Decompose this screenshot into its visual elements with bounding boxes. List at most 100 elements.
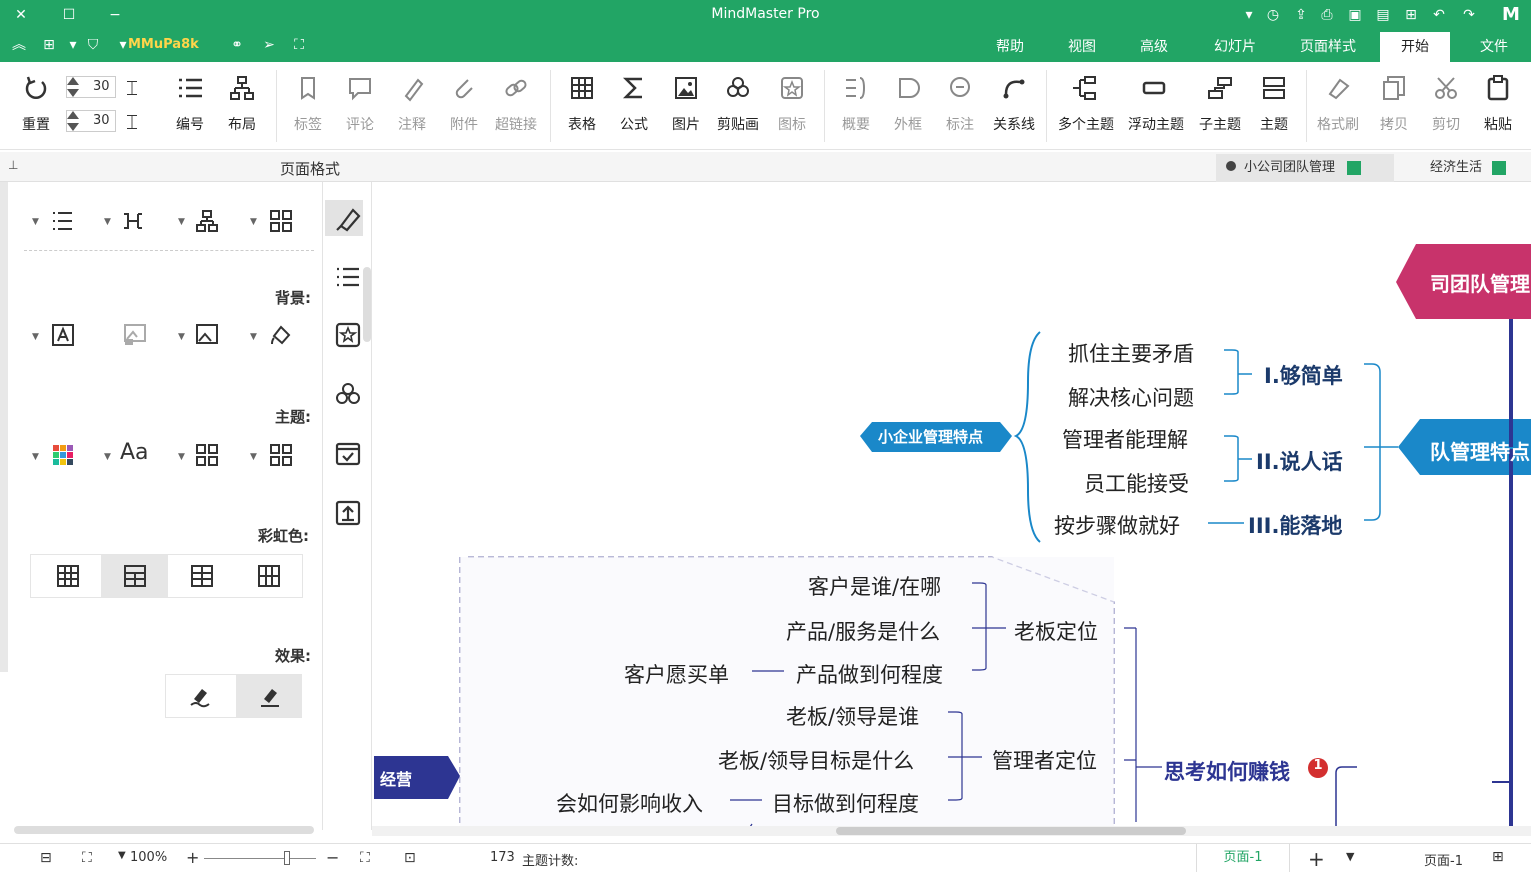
clipart-library-icon[interactable] (333, 380, 363, 410)
new-icon[interactable]: ⊞ (1400, 4, 1422, 26)
chevron-down-icon[interactable]: ▼ (32, 217, 39, 227)
boundary-button[interactable]: 外框 (882, 72, 934, 144)
chevron-down-icon[interactable]: ▼ (178, 217, 185, 227)
paste-button[interactable]: 粘贴 (1472, 72, 1524, 144)
panel-scrollbar[interactable] (0, 182, 8, 672)
save-icon[interactable]: ▣ (1344, 4, 1366, 26)
hand-drawn-icon[interactable] (188, 685, 212, 709)
send-icon[interactable]: ➢ (258, 34, 280, 56)
callout-button[interactable]: 标注 (934, 72, 986, 144)
chevron-down-icon[interactable]: ▼ (32, 332, 39, 342)
subtopic-node-a[interactable]: 老板定位 (1014, 616, 1098, 646)
spacing-input-1[interactable]: 30 (66, 76, 116, 98)
image-button[interactable]: 图片 (660, 72, 712, 144)
tab-home[interactable]: 开始 (1380, 32, 1450, 62)
leaf-node[interactable]: 客户是谁/在哪 (808, 571, 941, 601)
relationship-button[interactable]: 关系线 (988, 72, 1040, 144)
floating-topic-button[interactable]: 浮动主题 (1128, 72, 1184, 144)
leaf-node[interactable]: 产品做到何程度 (796, 659, 943, 689)
tab-help[interactable]: 帮助 (982, 35, 1038, 61)
zoom-level[interactable]: 100% (130, 850, 167, 865)
collapse-icon[interactable]: ︽ (8, 34, 30, 56)
leaf-node[interactable]: 解决核心问题 (1068, 382, 1194, 412)
chevron-down-icon[interactable]: ▼ (250, 332, 257, 342)
export-panel-icon[interactable] (333, 498, 363, 528)
layout-button[interactable]: 布局 (216, 72, 268, 144)
chevron-down-icon[interactable]: ▼ (1346, 850, 1354, 863)
spacing-input-2[interactable]: 30 (66, 110, 116, 132)
chevron-down-icon[interactable]: ▼ (250, 217, 257, 227)
leaf-node[interactable]: 按步骤做就好 (1054, 510, 1180, 540)
page-tab[interactable]: 页面-1 (1424, 850, 1463, 869)
copy-button[interactable]: 拷贝 (1368, 72, 1420, 144)
page-list-icon[interactable]: ⊞ (1492, 849, 1504, 865)
multi-topic-button[interactable]: 多个主题 (1058, 72, 1114, 144)
level1-node-3[interactable]: III.能落地 (1248, 510, 1342, 540)
numbering-style-icon[interactable] (50, 208, 76, 234)
leaf-node[interactable]: 目标做到何程度 (772, 788, 919, 818)
page-tab-active[interactable]: 页面-1 (1196, 844, 1290, 872)
remove-image-icon[interactable] (122, 322, 148, 348)
export-icon[interactable]: ⇪ (1290, 4, 1312, 26)
doc-tab-active[interactable]: 小公司团队管理 (1216, 154, 1394, 182)
task-icon[interactable] (333, 438, 363, 468)
chevron-down-icon[interactable]: ▼ (178, 332, 185, 342)
connector-style-icon[interactable] (120, 208, 146, 234)
mindmap-canvas[interactable]: 司团队管理 队管理特点 小企业管理特点 I.够简单 抓住主要矛盾 解决核心问题 … (372, 182, 1531, 830)
leaf-node[interactable]: 员工能接受 (1084, 468, 1189, 498)
print-icon[interactable]: ⎙ (1316, 4, 1338, 26)
attachment-button[interactable]: 附件 (438, 72, 490, 144)
tab-file[interactable]: 文件 (1464, 35, 1524, 61)
leaf-node[interactable]: 会如何影响收入 (556, 788, 703, 818)
fit-page-icon[interactable]: ⛶ (82, 850, 92, 866)
canvas-hscrollbar[interactable] (372, 826, 1531, 836)
fullscreen-icon[interactable]: ⛶ (360, 850, 370, 866)
comment-button[interactable]: 评论 (334, 72, 386, 144)
tab-slides[interactable]: 幻灯片 (1200, 35, 1270, 61)
rainbow-palette-icon[interactable] (50, 442, 76, 468)
callout-node-1[interactable]: 小企业管理特点 (878, 426, 983, 447)
reset-button[interactable]: 重置 (10, 72, 62, 144)
note-button[interactable]: 注释 (386, 72, 438, 144)
format-painter-button[interactable]: 格式刷 (1312, 72, 1364, 144)
chevron-down-icon[interactable]: ▼ (104, 452, 111, 462)
leaf-node[interactable]: 管理者能理解 (1062, 424, 1188, 454)
top-node[interactable]: 司团队管理 (1430, 268, 1530, 297)
level1-node-2[interactable]: II.说人话 (1256, 446, 1343, 476)
subtopic-button[interactable]: 子主题 (1194, 72, 1246, 144)
chevron-down-icon[interactable]: ▼ (178, 452, 185, 462)
text-background-icon[interactable] (50, 322, 76, 348)
share-icon[interactable]: ⚭ (226, 34, 248, 56)
fill-color-icon[interactable] (268, 322, 294, 348)
topic-button[interactable]: 主题 (1248, 72, 1300, 144)
theme-grid-icon[interactable] (268, 442, 294, 468)
summary-button[interactable]: 概要 (830, 72, 882, 144)
panel-hscrollbar[interactable] (14, 826, 314, 834)
tab-page-style[interactable]: 页面样式 (1286, 35, 1370, 61)
doc-tab[interactable]: 经济生活 (1430, 154, 1530, 182)
chevron-down-icon[interactable]: ▼ (32, 452, 39, 462)
formula-button[interactable]: 公式 (608, 72, 660, 144)
clipart-button[interactable]: 剪贴画 (712, 72, 764, 144)
rainbow-option-icon[interactable] (191, 565, 213, 587)
branch-node-2[interactable]: 思考如何赚钱 (1164, 756, 1290, 786)
zoom-slider-handle[interactable] (284, 851, 290, 865)
theme-style-icon[interactable] (194, 442, 220, 468)
redo-icon[interactable]: ↷ (1458, 4, 1480, 26)
pin-icon[interactable]: ⊥ (8, 158, 18, 172)
dropdown-icon[interactable]: ▾ (1238, 4, 1260, 26)
apps-icon[interactable]: ⊞ (38, 34, 60, 56)
rainbow-option-icon[interactable] (258, 565, 280, 587)
icon-library-icon[interactable] (333, 320, 363, 350)
leaf-node[interactable]: 产品/服务是什么 (786, 616, 940, 646)
chevron-down-icon[interactable]: ▾ (62, 34, 84, 56)
insert-image-icon[interactable] (194, 322, 220, 348)
normal-effect-icon[interactable] (258, 685, 282, 709)
tab-view[interactable]: 视图 (1054, 35, 1110, 61)
shirt-icon[interactable]: ⛉ (82, 34, 104, 56)
split-view-icon[interactable]: ⊟ (40, 850, 52, 866)
subtopic-node-b[interactable]: 管理者定位 (992, 745, 1097, 775)
zoom-out-icon[interactable]: − (326, 848, 339, 867)
history-icon[interactable]: ◷ (1262, 4, 1284, 26)
leaf-node[interactable]: 客户愿买单 (624, 659, 729, 689)
